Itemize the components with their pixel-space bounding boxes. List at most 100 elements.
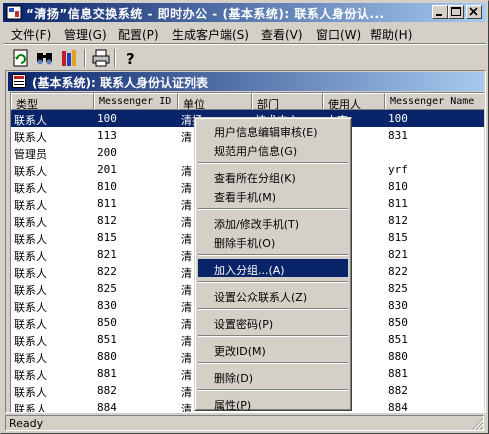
menu-separator [198, 208, 348, 210]
cell-messenger-name: 822 [388, 265, 408, 278]
column-header-department[interactable]: 部门 [252, 93, 323, 110]
cell-type: 联系人 [14, 403, 47, 412]
menu-generate-client[interactable]: 生成客户端(S) [172, 26, 249, 43]
list-header: 类型 Messenger ID 单位 部门 使用人 Messenger Name [11, 93, 484, 110]
menu-manage[interactable]: 管理(G) [64, 26, 107, 43]
maximize-button[interactable] [448, 5, 464, 19]
cell-messenger-id: 822 [97, 265, 117, 278]
child-window-title-bar[interactable]: (基本系统): 联系人身份认证列表 [8, 72, 484, 91]
cell-messenger-name: 850 [388, 316, 408, 329]
print-icon [92, 49, 110, 67]
status-bar: Ready [3, 414, 486, 432]
menu-config[interactable]: 配置(P) [118, 26, 159, 43]
toolbar: ? [3, 46, 486, 70]
menu-separator [198, 162, 348, 164]
context-menu-item[interactable]: 查看手机(M) [198, 186, 348, 204]
column-header-unit[interactable]: 单位 [178, 93, 252, 110]
maximize-icon [451, 7, 461, 16]
context-menu-item[interactable]: 设置公众联系人(Z) [198, 286, 348, 304]
books-icon [62, 50, 76, 66]
cell-type: 联系人 [14, 352, 47, 365]
cell-messenger-id: 881 [97, 367, 117, 380]
cell-messenger-id: 825 [97, 282, 117, 295]
menu-bar: 文件(F) 管理(G) 配置(P) 生成客户端(S) 查看(V) 窗口(W) 帮… [3, 23, 486, 43]
refresh-button[interactable] [10, 47, 32, 69]
cell-messenger-id: 100 [97, 112, 117, 125]
cell-messenger-name: 821 [388, 248, 408, 261]
help-button[interactable]: ? [119, 47, 141, 69]
toolbar-separator [114, 49, 116, 67]
column-header-messenger-name[interactable]: Messenger Name [385, 93, 484, 110]
context-menu-item[interactable]: 添加/修改手机(T) [198, 213, 348, 231]
cell-type: 联系人 [14, 131, 47, 144]
cell-type: 联系人 [14, 369, 47, 382]
cell-type: 管理员 [14, 148, 47, 161]
svg-text:?: ? [126, 50, 135, 68]
cell-messenger-name: 100 [388, 112, 408, 125]
cell-type: 联系人 [14, 267, 47, 280]
cell-type: 联系人 [14, 114, 47, 127]
menu-separator [198, 254, 348, 256]
refresh-icon [13, 49, 28, 67]
cell-messenger-id: 882 [97, 384, 117, 397]
context-menu-item[interactable]: 更改ID(M) [198, 340, 348, 358]
help-icon: ? [126, 50, 135, 68]
context-menu-item[interactable]: 查看所在分组(K) [198, 167, 348, 185]
cell-type: 联系人 [14, 301, 47, 314]
column-header-messenger-id[interactable]: Messenger ID [94, 93, 178, 110]
status-text: Ready [5, 415, 484, 431]
menu-separator [198, 362, 348, 364]
menu-separator [198, 335, 348, 337]
cell-messenger-id: 884 [97, 401, 117, 412]
menu-help[interactable]: 帮助(H) [370, 26, 412, 43]
cell-type: 联系人 [14, 182, 47, 195]
title-bar[interactable]: “清扬”信息交换系统 - 即时办公 - (基本系统): 联系人身份认... [3, 3, 486, 22]
find-button[interactable] [34, 47, 56, 69]
cell-messenger-name: 811 [388, 197, 408, 210]
context-menu-item[interactable]: 删除(D) [198, 367, 348, 385]
context-menu-item[interactable]: 用户信息编辑审核(E) [198, 121, 348, 139]
context-menu-item[interactable]: 删除手机(O) [198, 232, 348, 250]
child-window-title: (基本系统): 联系人身份认证列表 [32, 76, 208, 90]
menu-separator [198, 308, 348, 310]
context-menu-item[interactable]: 属性(P) [198, 394, 348, 412]
app-icon [6, 5, 22, 20]
cell-messenger-id: 113 [97, 129, 117, 142]
minimize-button[interactable] [432, 5, 448, 19]
cell-messenger-id: 812 [97, 214, 117, 227]
column-header-user[interactable]: 使用人 [323, 93, 385, 110]
menu-window[interactable]: 窗口(W) [316, 26, 361, 43]
cell-type: 联系人 [14, 284, 47, 297]
resize-grip-icon[interactable] [472, 418, 484, 430]
context-menu-item[interactable]: 设置密码(P) [198, 313, 348, 331]
doc-icon [12, 74, 26, 88]
context-menu-item[interactable]: 加入分组...(A) [198, 259, 348, 277]
context-menu-item[interactable]: 规范用户信息(G) [198, 140, 348, 158]
cell-messenger-id: 200 [97, 146, 117, 159]
cell-messenger-name: yrf [388, 163, 408, 176]
cell-messenger-id: 201 [97, 163, 117, 176]
cell-messenger-name: 810 [388, 180, 408, 193]
cell-type: 联系人 [14, 165, 47, 178]
menu-file[interactable]: 文件(F) [11, 26, 51, 43]
window-title: “清扬”信息交换系统 - 即时办公 - (基本系统): 联系人身份认... [26, 7, 385, 21]
cell-type: 联系人 [14, 199, 47, 212]
books-button[interactable] [59, 47, 81, 69]
cell-messenger-id: 810 [97, 180, 117, 193]
print-button[interactable] [90, 47, 112, 69]
menu-separator [198, 389, 348, 391]
cell-messenger-name: 812 [388, 214, 408, 227]
minimize-icon [436, 14, 442, 16]
close-button[interactable] [466, 5, 482, 19]
cell-type: 联系人 [14, 386, 47, 399]
cell-messenger-id: 880 [97, 350, 117, 363]
cell-messenger-id: 815 [97, 231, 117, 244]
menu-separator [3, 43, 486, 45]
column-header-type[interactable]: 类型 [11, 93, 94, 110]
cell-messenger-name: 880 [388, 350, 408, 363]
cell-messenger-name: 831 [388, 129, 408, 142]
cell-messenger-name: 815 [388, 231, 408, 244]
toolbar-separator [84, 49, 86, 67]
menu-view[interactable]: 查看(V) [261, 26, 303, 43]
cell-type: 联系人 [14, 233, 47, 246]
